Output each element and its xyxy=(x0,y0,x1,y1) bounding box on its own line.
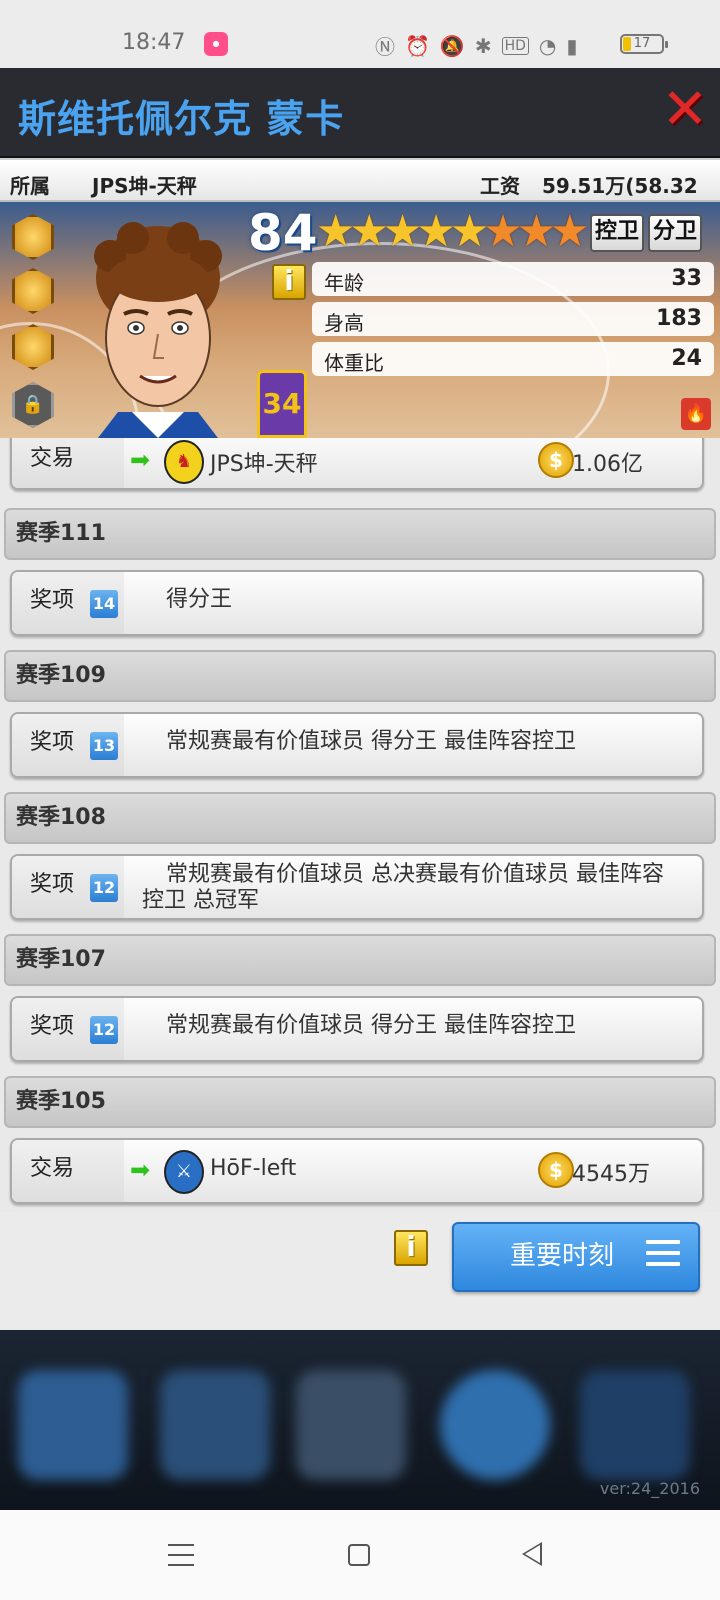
status-icons: Ⓝ ⏰ 🔕 ✱ HD ◔ ▮ xyxy=(375,31,577,60)
app-root: 18:47 ● Ⓝ ⏰ 🔕 ✱ HD ◔ ▮ 17 斯维托佩尔克 蒙卡 ✕ 所属… xyxy=(0,0,720,1600)
award-row[interactable]: 奖项 14 得分王 xyxy=(10,570,704,636)
row-label: 交易 xyxy=(12,1140,124,1202)
battery-level: 17 xyxy=(633,36,651,51)
award-row[interactable]: 奖项 13 常规赛最有价值球员 得分王 最佳阵容控卫 xyxy=(10,712,704,778)
season-header: 赛季108 xyxy=(4,792,716,844)
arrow-right-icon: ➡ xyxy=(130,446,151,474)
info-icon[interactable]: i xyxy=(394,1230,428,1266)
award-text: 得分王 xyxy=(166,587,233,612)
status-bar: 18:47 ● Ⓝ ⏰ 🔕 ✱ HD ◔ ▮ 17 xyxy=(0,0,720,68)
trade-team: JPS坤-天秤 xyxy=(210,452,318,477)
trade-amount: 4545万 xyxy=(572,1162,650,1187)
team-logo-icon: ♞ xyxy=(164,440,204,484)
award-count-badge: 14 xyxy=(90,590,118,618)
nav-team-icon[interactable] xyxy=(296,1370,406,1480)
nav-star-icon[interactable] xyxy=(18,1370,128,1480)
jersey-number: 34 xyxy=(257,370,307,438)
system-nav-bar xyxy=(0,1510,720,1600)
star-icon: ★ xyxy=(449,206,490,257)
nfc-icon: Ⓝ xyxy=(375,35,395,59)
stat-label: 体重比 xyxy=(324,351,384,375)
award-row[interactable]: 奖项 12 常规赛最有价值球员 得分王 最佳阵容控卫 xyxy=(10,996,704,1062)
trade-row[interactable]: 交易 ➡ ♞ JPS坤-天秤 $ 1.06亿 xyxy=(10,438,704,490)
nav-currency-icon[interactable] xyxy=(160,1370,270,1480)
season-header: 赛季111 xyxy=(4,508,716,560)
menu-icon xyxy=(646,1240,680,1273)
award-text: 常规赛最有价值球员 得分王 最佳阵容控卫 xyxy=(166,1013,576,1038)
team-logo-icon: ⚔ xyxy=(164,1150,204,1194)
star-icon: ★ xyxy=(382,206,423,257)
close-icon[interactable]: ✕ xyxy=(660,82,710,138)
player-panel: 🔒 34 84 ★★★★★★★★ 控卫 分卫 i 年龄 33 身高 183 体重… xyxy=(0,202,720,438)
battery-icon: 17 xyxy=(620,34,668,54)
star-icon: ★ xyxy=(316,206,356,257)
wifi-icon: ◔ xyxy=(538,33,557,58)
key-moments-label: 重要时刻 xyxy=(510,1241,615,1271)
stat-row-age: 年龄 33 xyxy=(312,262,714,296)
nav-chat-icon[interactable] xyxy=(440,1370,550,1480)
stat-label: 身高 xyxy=(324,311,364,335)
star-icon: ★ xyxy=(516,206,557,257)
star-rating: ★★★★★★★★ xyxy=(316,206,590,257)
signal-icon: ▮ xyxy=(566,33,578,58)
star-icon: ★ xyxy=(416,206,456,257)
stat-label: 年龄 xyxy=(324,271,364,295)
stat-row-height: 身高 183 xyxy=(312,302,714,336)
award-text: 常规赛最有价值球员 得分王 最佳阵容控卫 xyxy=(166,729,576,754)
history-list[interactable]: 交易 ➡ ♞ JPS坤-天秤 $ 1.06亿 赛季111 奖项 14 得分王 赛… xyxy=(0,438,720,1212)
coin-icon: $ xyxy=(538,442,574,478)
arrow-right-icon: ➡ xyxy=(130,1156,151,1184)
salary-label: 工资 xyxy=(480,174,520,198)
player-rating: 84 xyxy=(248,204,318,262)
nav-more-icon[interactable] xyxy=(580,1370,690,1480)
season-header: 赛季109 xyxy=(4,650,716,702)
award-count-badge: 12 xyxy=(90,1016,118,1044)
key-moments-button[interactable]: 重要时刻 xyxy=(452,1222,700,1292)
skill-badge-icon[interactable] xyxy=(12,268,54,314)
recent-apps-icon[interactable] xyxy=(168,1544,194,1574)
row-label: 交易 xyxy=(12,438,124,488)
team-label: 所属 xyxy=(10,174,50,198)
award-text: 常规赛最有价值球员 总决赛最有价值球员 最佳阵容控卫 总冠军 xyxy=(142,862,664,913)
star-icon: ★ xyxy=(483,206,523,257)
bluetooth-icon: ✱ xyxy=(474,33,492,58)
trade-row[interactable]: 交易 ➡ ⚔ HōF-left $ 4545万 xyxy=(10,1138,704,1204)
skill-badge-icon[interactable] xyxy=(12,214,54,260)
fire-icon[interactable]: 🔥 xyxy=(681,398,711,430)
info-strip: 所属 JPS坤-天秤 工资 59.51万(58.32万) xyxy=(0,158,720,227)
star-icon: ★ xyxy=(349,206,389,257)
season-header: 赛季107 xyxy=(4,934,716,986)
title-bar: 斯维托佩尔克 蒙卡 ✕ xyxy=(0,68,720,158)
action-bar: i 重要时刻 xyxy=(0,1212,720,1330)
alarm-icon: ⏰ xyxy=(405,33,430,58)
team-value: JPS坤-天秤 xyxy=(92,174,197,198)
player-name-title: 斯维托佩尔克 蒙卡 xyxy=(18,97,345,141)
app-notification-icon: ● xyxy=(204,32,228,56)
game-bottom-nav: ver:24_2016 xyxy=(0,1330,720,1510)
back-icon[interactable] xyxy=(522,1542,542,1566)
hd-icon: HD xyxy=(501,36,529,55)
coin-icon: $ xyxy=(538,1152,574,1188)
trade-amount: 1.06亿 xyxy=(572,452,643,477)
award-count-badge: 13 xyxy=(90,732,118,760)
info-icon[interactable]: i xyxy=(272,264,306,300)
stat-value: 24 xyxy=(671,346,702,371)
award-row[interactable]: 奖项 12 常规赛最有价值球员 总决赛最有价值球员 最佳阵容控卫 总冠军 xyxy=(10,854,704,920)
home-icon[interactable] xyxy=(348,1544,370,1566)
star-icon: ★ xyxy=(550,206,590,257)
status-time: 18:47 xyxy=(122,30,186,55)
position-tag: 分卫 xyxy=(648,214,702,252)
player-avatar xyxy=(94,222,222,438)
position-tag: 控卫 xyxy=(590,214,644,252)
mute-icon: 🔕 xyxy=(439,33,465,58)
award-count-badge: 12 xyxy=(90,874,118,902)
season-header: 赛季105 xyxy=(4,1076,716,1128)
stat-value: 183 xyxy=(656,306,702,331)
stat-value: 33 xyxy=(671,266,702,291)
stat-row-weight-ratio: 体重比 24 xyxy=(312,342,714,376)
version-label: ver:24_2016 xyxy=(599,1479,700,1498)
trade-team: HōF-left xyxy=(210,1156,297,1181)
